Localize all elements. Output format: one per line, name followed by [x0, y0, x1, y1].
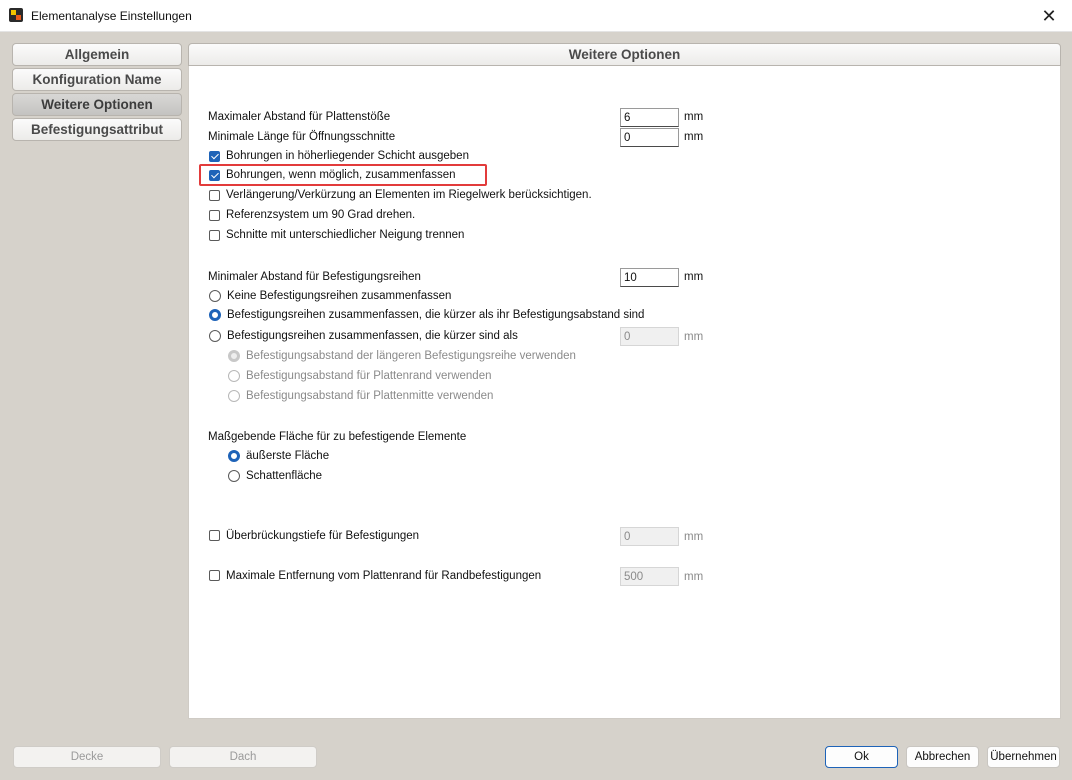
- radio-kuerzer-als-label: Befestigungsreihen zusammenfassen, die k…: [227, 330, 518, 342]
- app-icon: [9, 8, 23, 22]
- radio-kuerzer-abstand-label: Befestigungsreihen zusammenfassen, die k…: [227, 309, 645, 321]
- panel-title: Weitere Optionen: [188, 43, 1061, 66]
- kuerzer-als-unit: mm: [684, 331, 704, 343]
- radio-keine-reihen[interactable]: [209, 290, 221, 302]
- ueberbrueckungstiefe-unit: mm: [684, 531, 704, 543]
- radio-plattenrand-label: Befestigungsabstand für Plattenrand verw…: [246, 370, 492, 382]
- abbrechen-button[interactable]: Abbrechen: [906, 746, 979, 768]
- bohrungen-hoeher-label: Bohrungen in höherliegender Schicht ausg…: [226, 150, 469, 162]
- max-abstand-unit: mm: [684, 111, 704, 123]
- schnitte-neigung-label: Schnitte mit unterschiedlicher Neigung t…: [226, 229, 465, 241]
- radio-laengere-reihe[interactable]: [228, 350, 240, 362]
- ueberbrueckungstiefe-input[interactable]: [620, 527, 679, 546]
- tab-konfiguration-name[interactable]: Konfiguration Name: [12, 68, 182, 91]
- min-laenge-unit: mm: [684, 131, 704, 143]
- verlaengerung-label: Verlängerung/Verkürzung an Elementen im …: [226, 189, 592, 201]
- tab-allgemein[interactable]: Allgemein: [12, 43, 182, 66]
- radio-schattenflaeche-label: Schattenfläche: [246, 470, 323, 482]
- referenzsystem-checkbox[interactable]: [209, 210, 220, 221]
- radio-plattenmitte-label: Befestigungsabstand für Plattenmitte ver…: [246, 390, 494, 402]
- close-icon: ✕: [1041, 5, 1057, 26]
- close-button[interactable]: ✕: [1026, 0, 1072, 32]
- schnitte-neigung-checkbox[interactable]: [209, 230, 220, 241]
- max-entfernung-unit: mm: [684, 571, 704, 583]
- decke-button[interactable]: Decke: [13, 746, 161, 768]
- min-laenge-label: Minimale Länge für Öffnungsschnitte: [208, 131, 396, 143]
- radio-kuerzer-abstand[interactable]: [209, 309, 221, 321]
- radio-aeusserste-flaeche-label: äußerste Fläche: [246, 450, 330, 462]
- min-abstand-reihen-input[interactable]: [620, 268, 679, 287]
- uebernehmen-button[interactable]: Übernehmen: [987, 746, 1060, 768]
- ok-button[interactable]: Ok: [825, 746, 898, 768]
- bohrungen-zusammenfassen-checkbox[interactable]: [209, 170, 220, 181]
- max-entfernung-checkbox[interactable]: [209, 570, 220, 581]
- min-abstand-reihen-unit: mm: [684, 271, 704, 283]
- min-abstand-reihen-label: Minimaler Abstand für Befestigungsreihen: [208, 271, 421, 283]
- verlaengerung-checkbox[interactable]: [209, 190, 220, 201]
- max-entfernung-label: Maximale Entfernung vom Plattenrand für …: [226, 570, 542, 582]
- bohrungen-hoeher-checkbox[interactable]: [209, 151, 220, 162]
- title-bar: Elementanalyse Einstellungen ✕: [0, 0, 1072, 32]
- max-abstand-input[interactable]: [620, 108, 679, 127]
- flaeche-label: Maßgebende Fläche für zu befestigende El…: [208, 431, 467, 443]
- ueberbrueckungstiefe-label: Überbrückungstiefe für Befestigungen: [226, 530, 420, 542]
- radio-plattenmitte[interactable]: [228, 390, 240, 402]
- min-laenge-input[interactable]: [620, 128, 679, 147]
- radio-plattenrand[interactable]: [228, 370, 240, 382]
- bohrungen-zusammenfassen-label: Bohrungen, wenn möglich, zusammenfassen: [226, 169, 456, 181]
- referenzsystem-label: Referenzsystem um 90 Grad drehen.: [226, 209, 416, 221]
- ueberbrueckungstiefe-checkbox[interactable]: [209, 530, 220, 541]
- radio-kuerzer-als[interactable]: [209, 330, 221, 342]
- tab-befestigungsattribut[interactable]: Befestigungsattribut: [12, 118, 182, 141]
- tab-weitere-optionen[interactable]: Weitere Optionen: [12, 93, 182, 116]
- radio-laengere-reihe-label: Befestigungsabstand der längeren Befesti…: [246, 350, 576, 362]
- radio-keine-reihen-label: Keine Befestigungsreihen zusammenfassen: [227, 290, 452, 302]
- radio-aeusserste-flaeche[interactable]: [228, 450, 240, 462]
- max-entfernung-input[interactable]: [620, 567, 679, 586]
- dach-button[interactable]: Dach: [169, 746, 317, 768]
- max-abstand-label: Maximaler Abstand für Plattenstöße: [208, 111, 391, 123]
- window-title: Elementanalyse Einstellungen: [31, 9, 192, 23]
- kuerzer-als-input[interactable]: [620, 327, 679, 346]
- options-nav: Allgemein Konfiguration Name Weitere Opt…: [12, 43, 182, 143]
- radio-schattenflaeche[interactable]: [228, 470, 240, 482]
